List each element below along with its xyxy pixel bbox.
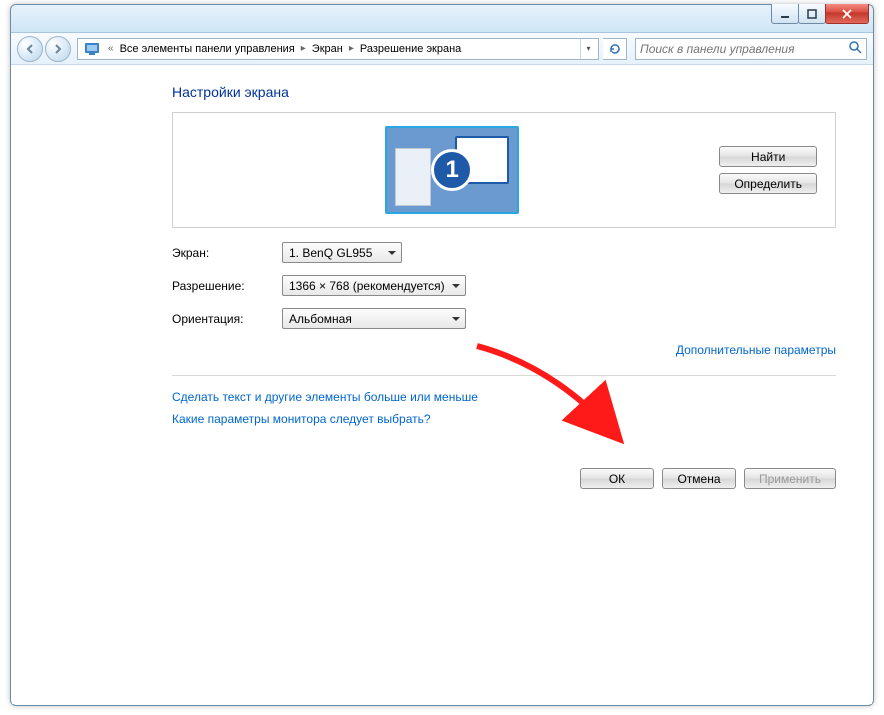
monitor-id-badge: 1	[431, 149, 473, 191]
address-dropdown[interactable]: ▾	[580, 39, 596, 59]
divider	[172, 375, 836, 376]
monitor-thumbnail[interactable]: 1	[385, 126, 519, 214]
apply-button[interactable]: Применить	[744, 468, 836, 489]
advanced-link-row: Дополнительные параметры	[172, 343, 836, 367]
help-links: Сделать текст и другие элементы больше и…	[172, 390, 836, 426]
ok-button[interactable]: ОК	[580, 468, 654, 489]
preview-center: 1	[185, 126, 719, 214]
navbar: « Все элементы панели управления ▸ Экран…	[11, 33, 873, 65]
display-combo[interactable]: 1. BenQ GL955	[282, 242, 402, 263]
row-resolution: Разрешение: 1366 × 768 (рекомендуется)	[172, 275, 836, 296]
search-input[interactable]	[640, 42, 848, 56]
cancel-button[interactable]: Отмена	[662, 468, 736, 489]
address-bar[interactable]: « Все элементы панели управления ▸ Экран…	[77, 38, 599, 60]
control-panel-icon	[83, 41, 101, 57]
identify-button[interactable]: Определить	[719, 173, 817, 194]
preview-buttons: Найти Определить	[719, 146, 817, 194]
back-button[interactable]	[17, 36, 43, 62]
text-size-link[interactable]: Сделать текст и другие элементы больше и…	[172, 390, 478, 404]
display-preview-box: 1 Найти Определить	[172, 112, 836, 228]
breadcrumb-seg-1[interactable]: Все элементы панели управления	[118, 43, 297, 55]
window-frame: « Все элементы панели управления ▸ Экран…	[10, 4, 874, 706]
which-monitor-link[interactable]: Какие параметры монитора следует выбрать…	[172, 412, 431, 426]
breadcrumb-seg-3[interactable]: Разрешение экрана	[358, 43, 463, 55]
orientation-label: Ориентация:	[172, 312, 282, 326]
maximize-button[interactable]	[798, 4, 826, 24]
advanced-settings-link[interactable]: Дополнительные параметры	[676, 343, 836, 357]
find-button[interactable]: Найти	[719, 146, 817, 167]
close-button[interactable]	[825, 4, 869, 24]
resolution-label: Разрешение:	[172, 279, 282, 293]
display-label: Экран:	[172, 246, 282, 260]
search-icon[interactable]	[848, 40, 862, 57]
row-display: Экран: 1. BenQ GL955	[172, 242, 836, 263]
nav-back-forward	[17, 36, 73, 62]
breadcrumb-separator: «	[104, 43, 118, 54]
minimize-button[interactable]	[771, 4, 799, 24]
search-box[interactable]	[635, 38, 867, 60]
refresh-button[interactable]	[603, 38, 627, 60]
caption-buttons	[772, 4, 869, 24]
forward-button[interactable]	[45, 36, 71, 62]
orientation-combo[interactable]: Альбомная	[282, 308, 466, 329]
row-orientation: Ориентация: Альбомная	[172, 308, 836, 329]
page-title: Настройки экрана	[172, 84, 836, 100]
breadcrumb-seg-2[interactable]: Экран	[310, 43, 345, 55]
chevron-right-icon: ▸	[297, 43, 310, 54]
titlebar	[11, 5, 873, 33]
footer-buttons: ОК Отмена Применить	[172, 468, 836, 489]
resolution-combo[interactable]: 1366 × 768 (рекомендуется)	[282, 275, 466, 296]
content-area: Настройки экрана 1 Найти Определить Экра…	[12, 66, 872, 704]
chevron-right-icon: ▸	[345, 43, 358, 54]
